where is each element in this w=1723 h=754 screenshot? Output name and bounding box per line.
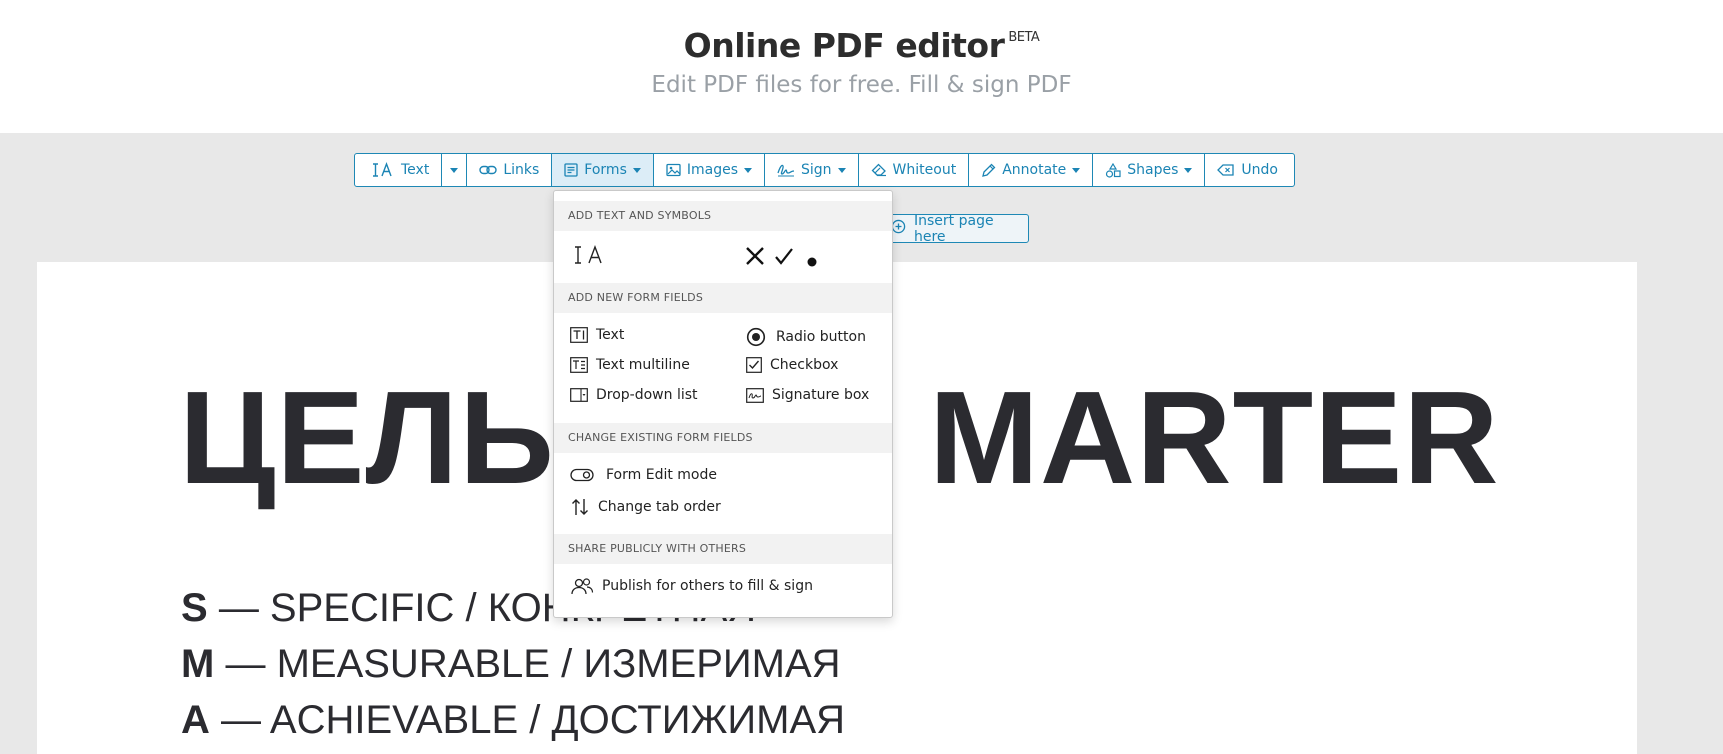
checkmark-symbol-icon[interactable] [774,247,794,269]
sort-arrows-icon [570,497,590,517]
section-change-fields-header: CHANGE EXISTING FORM FIELDS [554,423,892,453]
app-subtitle: Edit PDF files for free. Fill & sign PDF [651,72,1072,98]
image-icon [666,163,681,177]
chevron-down-icon [632,167,641,173]
new-checkbox-item[interactable]: Checkbox [746,357,838,373]
new-text-field-item[interactable]: Text [570,327,624,343]
new-dropdown-field-item[interactable]: Drop-down list [570,387,698,403]
insert-page-label: Insert page here [914,212,994,245]
forms-tool-label: Forms [584,162,627,178]
section-add-text-header: ADD TEXT AND SYMBOLS [554,201,892,231]
chevron-down-icon [744,167,752,173]
shapes-tool-label: Shapes [1127,162,1179,178]
doc-heading-right: MARTER [928,364,1500,511]
undo-button[interactable]: Undo [1205,154,1294,186]
link-icon [479,163,498,177]
toggle-icon [570,468,594,482]
item-label: Form Edit mode [606,467,717,483]
images-tool-label: Images [686,162,738,178]
editor-toolbar: Text Links Forms Images Sign Whiteout An… [354,153,1295,187]
text-tool-button[interactable]: Text [355,154,443,186]
signature-icon [777,163,795,177]
item-label: Checkbox [770,357,839,373]
doc-line-a: A — ACHIEVABLE / ДОСТИЖИМАЯ [181,698,845,743]
form-icon [564,163,578,177]
annotate-tool-label: Annotate [1002,162,1067,178]
pen-icon [981,163,996,178]
item-label: Text [596,327,625,343]
dropdown-field-icon [570,388,588,402]
doc-line-letter: A [181,698,210,742]
signature-box-icon [746,387,764,403]
beta-badge: BETA [1008,30,1040,45]
cross-symbol-icon[interactable] [745,246,765,270]
chevron-down-icon [1184,167,1193,173]
text-cursor-icon [371,162,395,178]
insert-page-button[interactable]: Insert page here [880,212,1029,245]
checkbox-icon [746,357,762,373]
eraser-icon [871,163,887,177]
new-signature-box-item[interactable]: Signature box [746,387,869,403]
text-tool-label: Text [401,162,430,178]
chevron-down-icon [1072,167,1081,173]
text-field-icon [570,327,588,343]
chevron-down-icon [450,167,459,173]
item-label: Change tab order [598,499,721,515]
change-tab-order-item[interactable]: Change tab order [570,497,721,517]
plus-circle-icon [891,219,906,238]
forms-dropdown-menu: ADD TEXT AND SYMBOLS ADD NEW FORM FIELDS… [553,190,893,618]
text-tool-dropdown[interactable] [442,154,468,186]
links-tool-button[interactable]: Links [467,154,553,186]
annotate-tool-button[interactable]: Annotate [969,154,1094,186]
whiteout-tool-button[interactable]: Whiteout [859,154,970,186]
shapes-tool-button[interactable]: Shapes [1093,154,1206,186]
doc-line-m: M — MEASURABLE / ИЗМЕРИМАЯ [181,642,841,687]
backspace-icon [1217,163,1235,177]
radio-button-icon [746,327,766,347]
add-text-symbol[interactable] [572,245,606,269]
whiteout-tool-label: Whiteout [892,162,957,178]
item-label: Drop-down list [596,387,698,403]
links-tool-label: Links [503,162,540,178]
chevron-down-icon [837,167,846,173]
sign-tool-label: Sign [801,162,832,178]
doc-line-letter: M [181,642,215,686]
text-multiline-icon [570,357,588,373]
doc-line-letter: S [181,586,208,630]
publish-item[interactable]: Publish for others to fill & sign [570,577,813,595]
item-label: Text multiline [596,357,690,373]
app-title-text: Online PDF editor [683,26,1005,65]
section-share-header: SHARE PUBLICLY WITH OTHERS [554,534,892,564]
item-label: Signature box [772,387,870,403]
page-header: Online PDF editor BETA Edit PDF files for… [0,0,1723,133]
forms-tool-button[interactable]: Forms [552,154,654,186]
app-title: Online PDF editor BETA [0,26,1723,65]
item-label: Radio button [776,329,866,345]
form-edit-mode-item[interactable]: Form Edit mode [570,467,717,483]
item-label: Publish for others to fill & sign [602,578,813,594]
dot-symbol-icon[interactable] [807,252,817,271]
doc-line-text: — MEASURABLE / ИЗМЕРИМАЯ [225,642,841,686]
users-icon [570,577,594,595]
doc-line-text: — ACHIEVABLE / ДОСТИЖИМАЯ [221,698,846,742]
section-new-fields-header: ADD NEW FORM FIELDS [554,283,892,313]
new-radio-button-item[interactable]: Radio button [746,327,866,347]
sign-tool-button[interactable]: Sign [765,154,859,186]
images-tool-button[interactable]: Images [654,154,765,186]
undo-label: Undo [1241,162,1278,178]
doc-heading-left: ЦЕЛЬ [179,364,555,511]
shapes-icon [1105,162,1121,178]
new-text-multiline-item[interactable]: Text multiline [570,357,690,373]
